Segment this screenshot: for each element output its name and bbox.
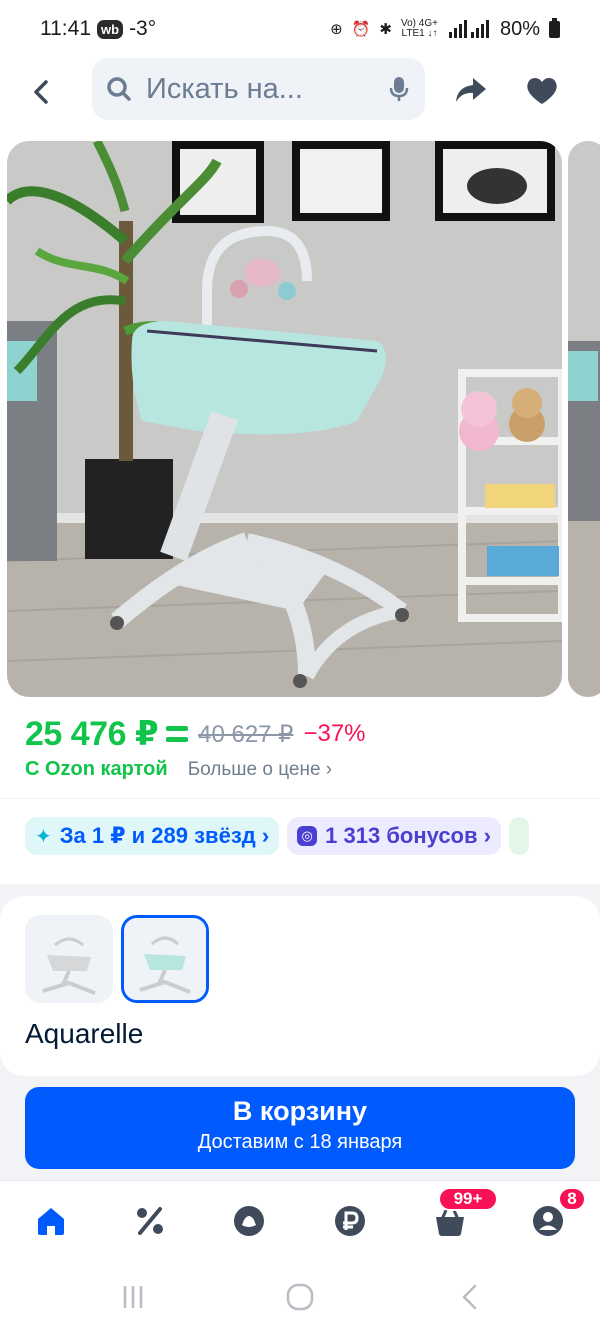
equals-icon: [166, 726, 189, 742]
variant-name: Aquarelle: [25, 1018, 144, 1049]
sparkle-icon: ✦: [35, 825, 52, 848]
profile-notification-badge: 8: [558, 1187, 586, 1211]
product-gallery[interactable]: [0, 124, 600, 810]
search-placeholder: Искать на...: [146, 72, 303, 105]
more-about-price-link[interactable]: Больше о цене ›: [188, 759, 332, 781]
stars-promo-label: За 1 ₽ и 289 звёзд ›: [59, 823, 270, 848]
variant-thumb-grey[interactable]: [25, 915, 113, 1003]
bluetooth-icon: ✱: [379, 21, 392, 38]
wb-app-icon: wb: [97, 19, 124, 39]
status-bar: 11:41 wb -3° ⊕ ⏰ ✱ Vo) 4G+ LTE1 ↓↑ 80%: [0, 0, 600, 58]
signal-icon: [448, 20, 489, 38]
price-with-card: 25 476 ₽: [25, 715, 159, 753]
alarm-icon: ⏰: [351, 21, 371, 38]
system-back-button[interactable]: [450, 1280, 490, 1314]
heart-icon: [527, 77, 557, 104]
nav-discounts[interactable]: [130, 1201, 170, 1241]
ozon-card-label: С Ozon картой: [25, 758, 168, 780]
battery-icon: [549, 17, 560, 38]
add-to-cart-label: В корзину: [232, 1096, 368, 1126]
top-bar: Искать на...: [0, 58, 600, 124]
bonus-promo-chip[interactable]: ◎ 1 313 бонусов ›: [287, 817, 501, 855]
promo-chips: ✦ За 1 ₽ и 289 звёзд › ◎ 1 313 бонусов ›: [25, 817, 529, 855]
price-block: 25 476 ₽ 40 627 ₽ −37% С Ozon картой Бол…: [0, 702, 600, 798]
search-icon: [107, 77, 131, 101]
ruble-icon: [335, 1206, 365, 1236]
variant-selector: Aquarelle: [0, 896, 600, 1076]
status-left: 11:41 wb -3°: [40, 17, 156, 41]
price-row[interactable]: 25 476 ₽ 40 627 ₽ −37%: [25, 714, 366, 754]
variant-grey-image: [25, 915, 113, 1003]
recent-apps-icon: [123, 1286, 143, 1308]
promo-block: ✦ За 1 ₽ и 289 звёзд › ◎ 1 313 бонусов ›: [0, 798, 600, 884]
chevron-left-icon: [34, 80, 48, 104]
product-image: [7, 141, 562, 697]
network-type: Vo) 4G+ LTE1 ↓↑: [401, 19, 438, 39]
add-to-cart-button[interactable]: В корзину Доставим с 18 января: [25, 1087, 575, 1169]
home-icon: [38, 1208, 64, 1235]
share-button[interactable]: [448, 70, 492, 110]
lock-icon: ⊕: [330, 21, 343, 38]
favorite-button[interactable]: [520, 70, 564, 110]
profile-icon: [533, 1206, 563, 1236]
percent-icon: [137, 1207, 163, 1235]
bonus-promo-label: 1 313 бонусов ›: [325, 823, 491, 848]
bottom-nav: 99+ 8: [0, 1180, 600, 1262]
product-photo[interactable]: [7, 141, 562, 697]
share-arrow-icon: [456, 78, 486, 102]
home-system-button[interactable]: [280, 1280, 320, 1314]
bonus-icon: ◎: [297, 826, 318, 846]
variant-thumb-aquarelle[interactable]: [121, 915, 209, 1003]
nav-home[interactable]: [31, 1201, 71, 1241]
delivery-date-label: Доставим с 18 января: [197, 1131, 403, 1153]
status-time: 11:41: [40, 17, 91, 40]
battery-percent: 80%: [499, 17, 540, 40]
search-input[interactable]: Искать на...: [92, 58, 425, 120]
next-photo-preview[interactable]: [568, 141, 600, 697]
back-button[interactable]: [22, 72, 62, 112]
network-line-2: LTE1 ↓↑: [401, 28, 438, 39]
cart-area: В корзину Доставим с 18 января: [0, 1076, 600, 1180]
extra-promo-chip[interactable]: [508, 817, 529, 855]
next-product-image: [568, 141, 600, 697]
price-old: 40 627 ₽: [198, 720, 294, 748]
catalog-icon: [234, 1206, 264, 1236]
nav-finance[interactable]: [330, 1201, 370, 1241]
status-temperature: -3°: [129, 17, 157, 40]
status-right: ⊕ ⏰ ✱ Vo) 4G+ LTE1 ↓↑ 80%: [330, 17, 560, 41]
discount-percent: −37%: [303, 720, 366, 747]
variant-aquarelle-image: [124, 918, 206, 1000]
recent-apps-button[interactable]: [113, 1280, 153, 1314]
system-nav-bar: [0, 1262, 600, 1332]
microphone-icon[interactable]: [387, 75, 411, 103]
nav-fresh[interactable]: [229, 1201, 269, 1241]
card-row: С Ozon картой Больше о цене ›: [25, 758, 332, 781]
stars-promo-chip[interactable]: ✦ За 1 ₽ и 289 звёзд ›: [25, 817, 280, 855]
back-arrow-icon: [462, 1284, 477, 1310]
home-circle-icon: [286, 1283, 314, 1311]
cart-count-badge: 99+: [438, 1187, 498, 1211]
